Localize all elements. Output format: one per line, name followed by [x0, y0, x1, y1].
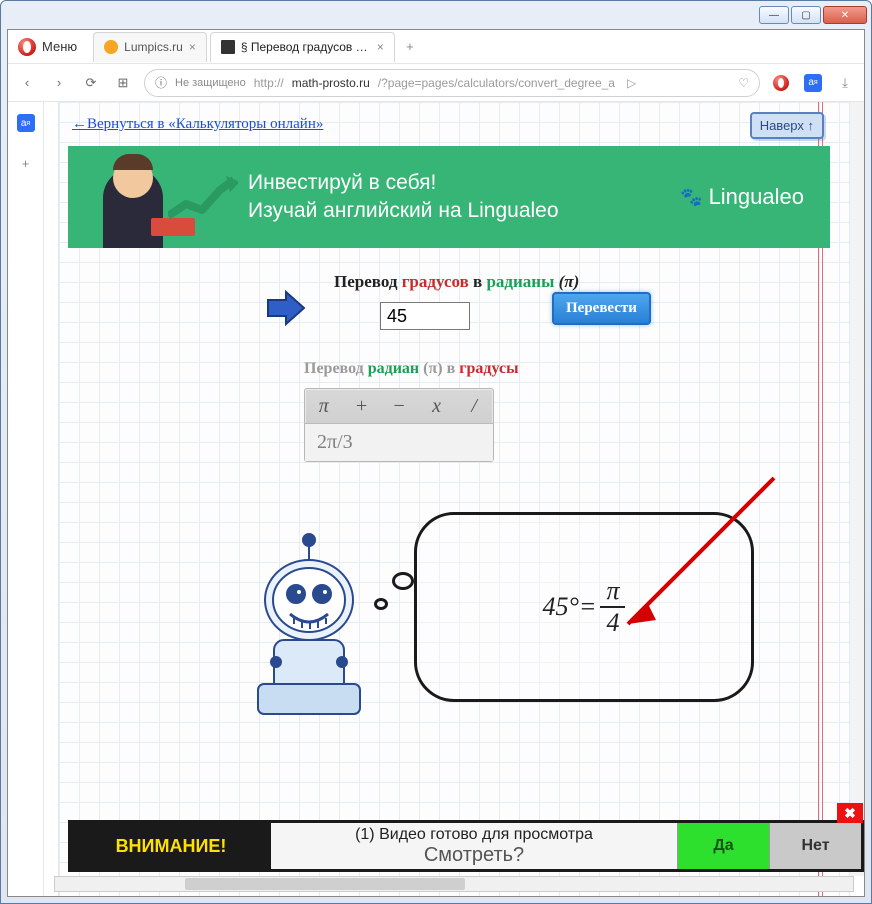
back-to-calculators-link[interactable]: ←Вернуться в «Калькуляторы онлайн» — [72, 116, 323, 133]
window-frame: — ▢ ✕ Меню Lumpics.ru × § Перевод градус… — [0, 0, 872, 904]
ad-warning-label: ВНИМАНИЕ! — [71, 823, 271, 869]
tab-close-icon[interactable]: × — [189, 40, 196, 54]
ad-no-button[interactable]: Нет — [769, 823, 861, 869]
reload-button[interactable]: ⟳ — [80, 72, 102, 94]
thought-dot-icon — [374, 598, 388, 610]
favicon-icon — [221, 40, 235, 54]
tab-close-icon[interactable]: × — [377, 40, 384, 54]
scroll-to-top-button[interactable]: Наверх ↑ — [750, 112, 824, 139]
tab-math-prosto[interactable]: § Перевод градусов в рад × — [210, 32, 395, 62]
ad-message: (1) Видео готово для просмотра Смотреть? — [271, 823, 677, 869]
sidebar-add-button[interactable]: + — [15, 152, 37, 174]
key-multiply[interactable]: x — [418, 395, 456, 418]
address-bar[interactable]: ⓘ Не защищено http://math-prosto.ru/?pag… — [144, 69, 760, 97]
radian-display[interactable]: 2π/3 — [305, 423, 493, 461]
window-titlebar[interactable]: — ▢ ✕ — [1, 1, 871, 29]
opera-menu-button[interactable]: Меню — [8, 34, 87, 60]
new-tab-button[interactable]: + — [398, 35, 422, 59]
ad-brand: 🐾 Lingualeo — [680, 184, 804, 210]
paw-icon: 🐾 — [680, 187, 702, 208]
robot-mascot-icon — [224, 522, 394, 722]
ad-yes-button[interactable]: Да — [677, 823, 769, 869]
thought-dot-icon — [392, 572, 414, 590]
radians-to-degrees-section: Перевод радиан (π) в градусы π + − x / 2… — [304, 360, 519, 462]
ad-close-button[interactable]: ✖ — [837, 803, 863, 823]
back-button[interactable]: ‹ — [16, 72, 38, 94]
tab-lumpics[interactable]: Lumpics.ru × — [93, 32, 207, 62]
minimize-button[interactable]: — — [759, 6, 789, 24]
info-icon: ⓘ — [155, 74, 167, 91]
bookmark-icon[interactable]: ♡ — [738, 76, 749, 90]
sidebar-translate-icon[interactable]: aя — [15, 112, 37, 134]
degrees-input[interactable] — [380, 302, 470, 330]
arrow-right-icon — [264, 288, 310, 328]
convert-button[interactable]: Перевести — [552, 292, 651, 325]
close-button[interactable]: ✕ — [823, 6, 867, 24]
opera-badge-icon[interactable] — [770, 72, 792, 94]
section-title: Перевод радиан (π) в градусы — [304, 360, 519, 378]
go-icon[interactable]: ▷ — [627, 76, 636, 90]
opera-logo-icon — [18, 38, 36, 56]
section-title: Перевод градусов в радианы (π) — [334, 272, 804, 292]
security-label: Не защищено — [175, 77, 246, 89]
radian-keypad: π + − x / 2π/3 — [304, 388, 494, 462]
forward-button[interactable]: › — [48, 72, 70, 94]
downloads-button[interactable]: ⤓ — [834, 72, 856, 94]
browser-toolbar: ‹ › ⟳ ⊞ ⓘ Не защищено http://math-prosto… — [8, 64, 864, 102]
browser-sidebar: aя + — [8, 102, 44, 896]
browser-tabstrip: Меню Lumpics.ru × § Перевод градусов в р… — [8, 30, 864, 64]
page-viewport: ←Вернуться в «Калькуляторы онлайн» Навер… — [44, 102, 864, 896]
key-divide[interactable]: / — [455, 395, 493, 418]
browser-client: Меню Lumpics.ru × § Перевод градусов в р… — [7, 29, 865, 897]
ad-chart-icon — [168, 176, 238, 226]
ad-text: Инвестируй в себя! Изучай английский на … — [248, 169, 559, 226]
speed-dial-button[interactable]: ⊞ — [112, 72, 134, 94]
favicon-icon — [104, 40, 118, 54]
vertical-scrollbar[interactable] — [850, 102, 864, 876]
translate-extension-icon[interactable]: aя — [802, 72, 824, 94]
key-minus[interactable]: − — [380, 395, 418, 418]
bottom-ad-bar: ✖ ВНИМАНИЕ! (1) Видео готово для просмот… — [68, 820, 864, 872]
lingualeo-ad-banner[interactable]: Инвестируй в себя! Изучай английский на … — [68, 146, 830, 248]
annotation-arrow-icon — [604, 472, 784, 642]
key-pi[interactable]: π — [305, 395, 343, 418]
horizontal-scrollbar[interactable] — [54, 876, 854, 892]
key-plus[interactable]: + — [343, 395, 381, 418]
degrees-to-radians-section: Перевод градусов в радианы (π) Перевести — [284, 272, 804, 330]
maximize-button[interactable]: ▢ — [791, 6, 821, 24]
scrollbar-thumb[interactable] — [185, 878, 465, 890]
